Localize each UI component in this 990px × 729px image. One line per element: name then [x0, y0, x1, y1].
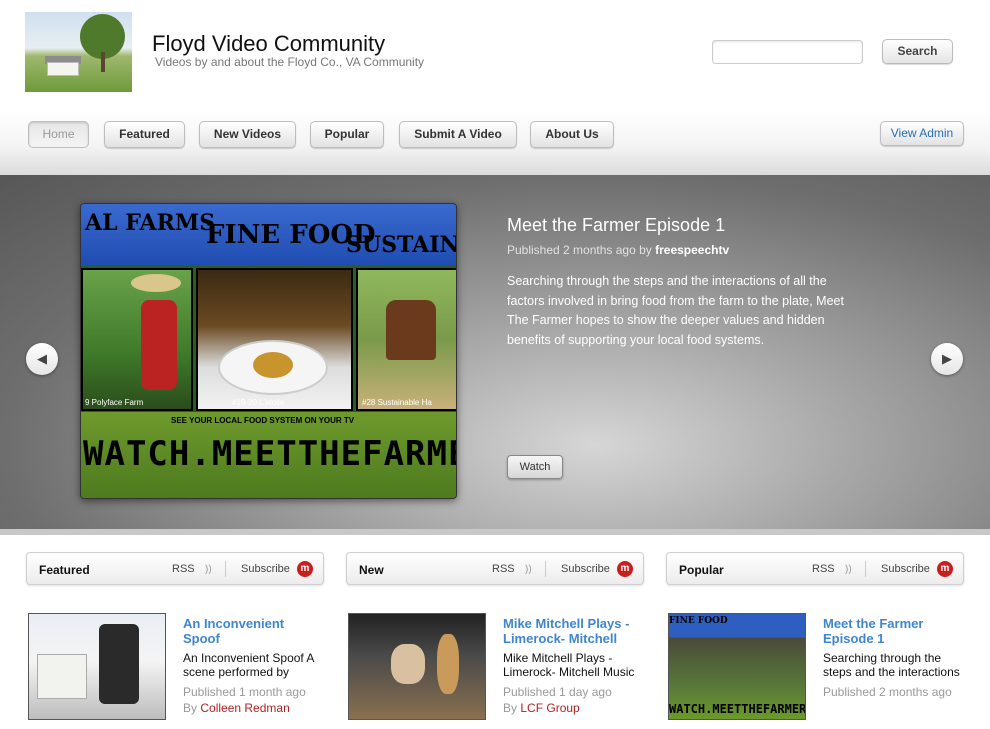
search-input[interactable]	[712, 40, 863, 64]
panel-new-header: New RSS )) Subscribe m	[346, 552, 644, 585]
video-desc-new: Mike Mitchell Plays -Limerock- Mitchell …	[503, 651, 635, 679]
site-subtitle: Videos by and about the Floyd Co., VA Co…	[155, 55, 425, 69]
thumbnail-caption-3: #28 Sustainable Ha	[362, 398, 432, 407]
nav-featured[interactable]: Featured	[104, 121, 185, 148]
header-divider	[865, 561, 866, 577]
hero-published-meta: Published 2 months ago by freespeechtv	[507, 243, 729, 257]
thumb-banner-text: FINE FOOD	[669, 616, 728, 626]
site-logo[interactable]	[25, 12, 132, 92]
site-title[interactable]: Floyd Video Community	[152, 31, 385, 57]
panel-featured-subscribe-link[interactable]: Subscribe	[241, 563, 290, 575]
logo-trunk	[101, 52, 105, 72]
video-desc-popular: Searching through the steps and the inte…	[823, 651, 960, 679]
video-title-featured[interactable]: An Inconvenient Spoof	[183, 616, 313, 646]
thumbnail-caption-1: 9 Polyface Farm	[85, 398, 144, 407]
panel-featured-title[interactable]: Featured	[39, 563, 90, 577]
video-thumbnail-popular[interactable]: FINE FOOD WATCH.MEETTHEFARMER.T	[668, 613, 806, 720]
thumbnail-caption-2: #19-20 L'etoile	[232, 398, 285, 407]
video-title-new[interactable]: Mike Mitchell Plays -Limerock- Mitchell	[503, 616, 638, 646]
panel-featured-header: Featured RSS )) Subscribe m	[26, 552, 324, 585]
main-nav: Home Featured New Videos Popular Submit …	[0, 110, 990, 175]
thumbnail-banner: AL FARMS FINE FOOD SUSTAINA	[81, 204, 456, 266]
rss-icon[interactable]: ))	[205, 564, 212, 575]
nav-popular[interactable]: Popular	[310, 121, 384, 148]
search-button[interactable]: Search	[882, 39, 953, 64]
chevron-left-icon: ◀	[37, 351, 47, 366]
thumbnail-panel-farmer: 9 Polyface Farm	[81, 268, 193, 411]
chevron-right-icon: ▶	[942, 351, 952, 366]
farmer-figure	[141, 300, 177, 390]
nav-home[interactable]: Home	[28, 121, 89, 148]
panel-popular-rss-link[interactable]: RSS	[812, 563, 835, 575]
carousel-next-button[interactable]: ▶	[931, 343, 963, 375]
video-thumbnail-featured[interactable]	[28, 613, 166, 720]
nav-submit-video[interactable]: Submit A Video	[399, 121, 517, 148]
subscribe-m-icon[interactable]: m	[937, 561, 953, 577]
subscribe-m-icon[interactable]: m	[297, 561, 313, 577]
thumb-board-shape	[37, 654, 87, 699]
hero-video-thumbnail[interactable]: AL FARMS FINE FOOD SUSTAINA 9 Polyface F…	[80, 203, 457, 499]
nav-new-videos[interactable]: New Videos	[199, 121, 296, 148]
hero-published-text: Published 2 months ago by	[507, 243, 652, 257]
thumb-face-shape	[391, 644, 425, 684]
video-published-featured: Published 1 month ago	[183, 685, 306, 699]
video-title-popular[interactable]: Meet the Farmer Episode 1	[823, 616, 953, 646]
food-shape	[253, 352, 293, 378]
hero-title[interactable]: Meet the Farmer Episode 1	[507, 215, 725, 236]
featured-carousel: ◀ ▶ AL FARMS FINE FOOD SUSTAINA 9 Polyfa…	[0, 175, 990, 535]
panel-new-rss-link[interactable]: RSS	[492, 563, 515, 575]
panel-new-title[interactable]: New	[359, 563, 384, 577]
thumbnail-panel-plate: #19-20 L'etoile	[196, 268, 353, 411]
thumbnail-panel-horses: #28 Sustainable Ha	[356, 268, 456, 411]
rss-icon[interactable]: ))	[845, 564, 852, 575]
logo-house	[47, 62, 79, 76]
subscribe-m-icon[interactable]: m	[617, 561, 633, 577]
carousel-prev-button[interactable]: ◀	[26, 343, 58, 375]
video-thumbnail-new[interactable]	[348, 613, 486, 720]
header-divider	[545, 561, 546, 577]
watch-button[interactable]: Watch	[507, 455, 563, 479]
rss-icon[interactable]: ))	[525, 564, 532, 575]
byline-prefix: By	[503, 701, 518, 715]
panel-popular-header: Popular RSS )) Subscribe m	[666, 552, 964, 585]
thumbnail-text-sustainable: SUSTAINA	[346, 232, 456, 258]
thumbnail-text-farms: AL FARMS	[85, 210, 216, 236]
video-author-link[interactable]: LCF Group	[520, 701, 579, 715]
thumbnail-tagline: SEE YOUR LOCAL FOOD SYSTEM ON YOUR TV	[171, 416, 355, 425]
panel-popular-subscribe-link[interactable]: Subscribe	[881, 563, 930, 575]
video-author-link[interactable]: Colleen Redman	[200, 701, 289, 715]
thumb-url-text: WATCH.MEETTHEFARMER.T	[669, 702, 806, 716]
panel-new-subscribe-link[interactable]: Subscribe	[561, 563, 610, 575]
hero-author-link[interactable]: freespeechtv	[655, 243, 729, 257]
video-byline-featured: By Colleen Redman	[183, 701, 290, 715]
hero-bottom-shadow	[0, 529, 990, 535]
video-published-new: Published 1 day ago	[503, 685, 612, 699]
header-divider	[225, 561, 226, 577]
site-header: Floyd Video Community Videos by and abou…	[0, 0, 990, 110]
panel-popular-title[interactable]: Popular	[679, 563, 724, 577]
farmer-hat	[131, 274, 181, 292]
nav-about-us[interactable]: About Us	[530, 121, 614, 148]
thumbnail-url-text: WATCH.MEETTHEFARMER.T	[83, 434, 456, 474]
view-admin-button[interactable]: View Admin	[880, 121, 964, 146]
video-byline-new: By LCF Group	[503, 701, 580, 715]
video-published-popular: Published 2 months ago	[823, 685, 952, 699]
panel-featured-rss-link[interactable]: RSS	[172, 563, 195, 575]
horse-shape	[386, 300, 436, 360]
thumbnail-footer: SEE YOUR LOCAL FOOD SYSTEM ON YOUR TV WA…	[81, 412, 456, 498]
video-desc-featured: An Inconvenient Spoof A scene performed …	[183, 651, 314, 679]
byline-prefix: By	[183, 701, 198, 715]
thumb-person-shape	[99, 624, 139, 704]
hero-description: Searching through the steps and the inte…	[507, 274, 844, 347]
thumb-guitar-shape	[437, 634, 459, 694]
